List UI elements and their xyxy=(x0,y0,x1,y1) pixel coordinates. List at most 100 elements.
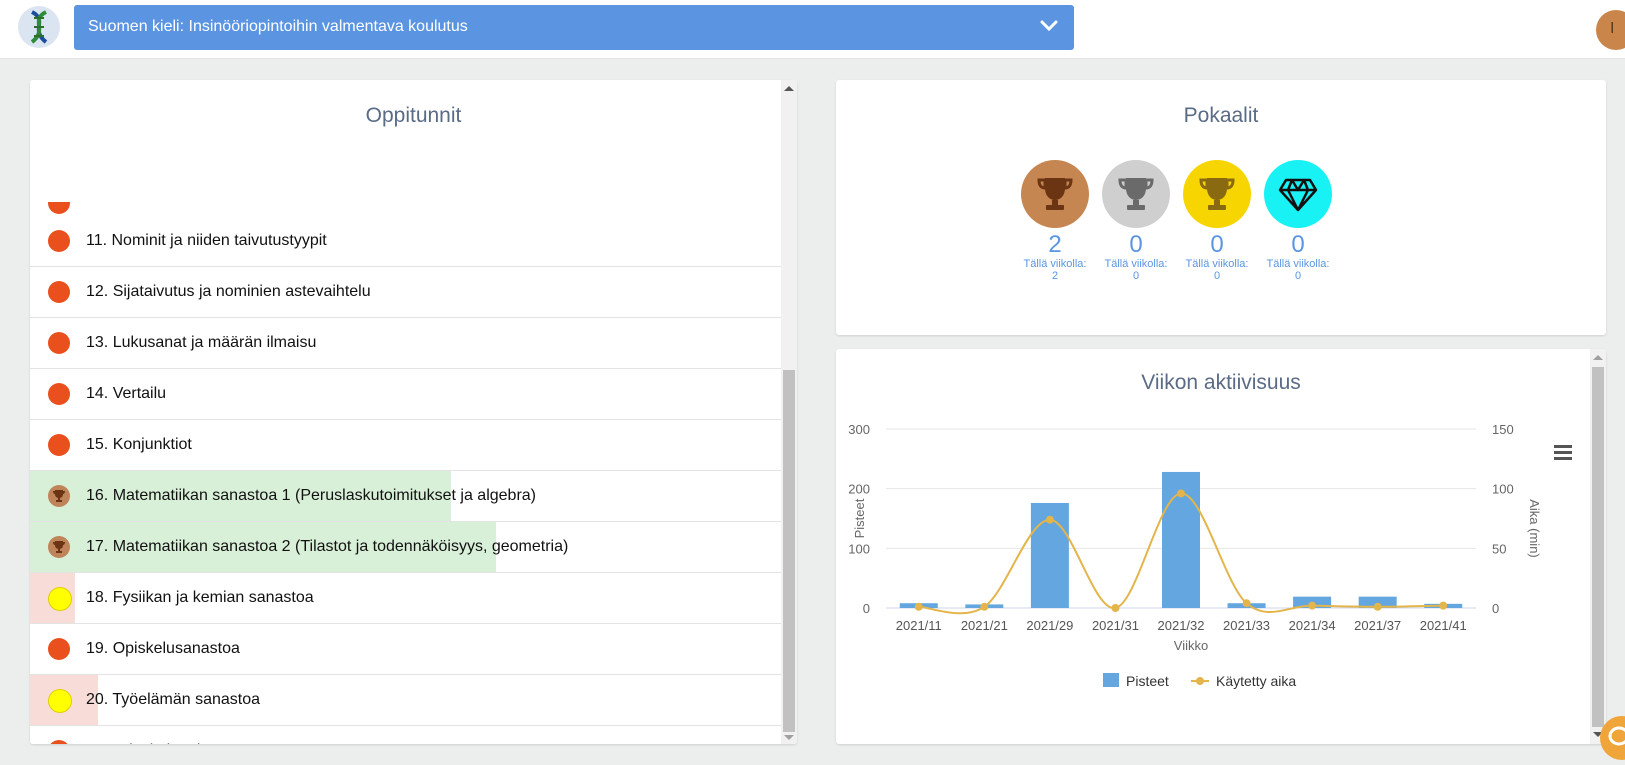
x-tick-label: 2021/33 xyxy=(1223,618,1270,633)
status-dot-red xyxy=(48,202,70,214)
time-point xyxy=(1111,604,1120,612)
lesson-row[interactable]: 16. Matematiikan sanastoa 1 (Peruslaskut… xyxy=(30,471,781,522)
x-tick-label: 2021/34 xyxy=(1289,618,1336,633)
y-tick-label: 300 xyxy=(848,422,870,437)
lesson-row[interactable]: 11. Nominit ja niiden taivutustyypit xyxy=(30,216,781,267)
trophy-count: 2 xyxy=(1048,231,1062,258)
x-tick-label: 2021/32 xyxy=(1158,618,1205,633)
x-tick-label: 2021/37 xyxy=(1354,618,1401,633)
course-select[interactable]: Suomen kieli: Insinööriopintoihin valmen… xyxy=(74,5,1074,50)
status-dot-red xyxy=(48,740,70,744)
y2-tick-label: 0 xyxy=(1492,601,1499,616)
x-tick-label: 2021/11 xyxy=(896,618,942,633)
y-tick-label: 200 xyxy=(848,482,870,497)
trophy-week-count: 0 xyxy=(1294,270,1302,282)
gold-trophy-icon[interactable] xyxy=(1183,160,1251,228)
legend-swatch-point xyxy=(1196,677,1204,685)
scroll-down-arrow-icon[interactable] xyxy=(784,735,794,740)
y-tick-label: 100 xyxy=(848,541,870,556)
trophy-week-count: 0 xyxy=(1213,270,1221,282)
time-point xyxy=(914,602,923,611)
lesson-title: 12. Sijataivutus ja nominien astevaihtel… xyxy=(86,283,371,300)
lesson-row[interactable]: 20. Työelämän sanastoa xyxy=(30,675,781,726)
x-tick-label: 2021/41 xyxy=(1420,618,1467,633)
bronze-trophy-icon xyxy=(48,485,70,507)
lesson-row[interactable]: 21. Tekstitehtäviä xyxy=(30,726,781,744)
user-avatar[interactable]: I xyxy=(1596,10,1625,50)
lesson-title: 11. Nominit ja niiden taivutustyypit xyxy=(86,232,327,249)
lessons-scrollbar[interactable] xyxy=(781,80,797,744)
course-select-label: Suomen kieli: Insinööriopintoihin valmen… xyxy=(88,18,468,35)
lesson-row[interactable]: 14. Vertailu xyxy=(30,369,781,420)
trophy-week-label: Tällä viikolla: xyxy=(1023,258,1087,270)
trophy-week-label: Tällä viikolla: xyxy=(1185,258,1249,270)
lesson-title: 13. Lukusanat ja määrän ilmaisu xyxy=(86,334,317,351)
status-dot-red xyxy=(48,434,70,456)
lesson-title: 14. Vertailu xyxy=(86,385,167,402)
lesson-row[interactable]: 17. Matematiikan sanastoa 2 (Tilastot ja… xyxy=(30,522,781,573)
time-point xyxy=(1177,489,1185,498)
diamond-icon[interactable] xyxy=(1264,160,1332,228)
trophy-item: 0 Tällä viikolla: 0 xyxy=(1175,160,1259,282)
lesson-title: 17. Matematiikan sanastoa 2 (Tilastot ja… xyxy=(86,538,569,555)
time-point xyxy=(1439,601,1448,610)
top-bar: Suomen kieli: Insinööriopintoihin valmen… xyxy=(0,0,1625,59)
scroll-up-arrow-icon[interactable] xyxy=(1593,355,1603,360)
lesson-title: 19. Opiskelusanastoa xyxy=(86,640,240,657)
y-axis-title: Pisteet xyxy=(852,498,867,538)
lesson-row[interactable]: 13. Lukusanat ja määrän ilmaisu xyxy=(30,318,781,369)
bronze-trophy-icon[interactable] xyxy=(1021,160,1089,228)
y2-tick-label: 50 xyxy=(1492,541,1506,556)
lesson-title: 20. Työelämän sanastoa xyxy=(86,691,261,708)
trophy-week-count: 2 xyxy=(1051,270,1059,282)
trophy-week-label: Tällä viikolla: xyxy=(1104,258,1168,270)
status-dot-red xyxy=(48,332,70,354)
activity-card: Viikon aktiivisuus 0 100 200 300 0 50 100 150 20… xyxy=(836,349,1606,744)
time-point xyxy=(1373,602,1382,611)
status-dot-yellow xyxy=(48,587,72,611)
status-dot-red xyxy=(48,281,70,303)
status-dot-red xyxy=(48,383,70,405)
dna-logo-icon[interactable] xyxy=(18,6,60,48)
trophy-item: 2 Tällä viikolla: 2 xyxy=(1013,160,1097,282)
y-tick-label: 0 xyxy=(863,601,870,616)
trophy-count: 0 xyxy=(1291,231,1305,258)
scroll-thumb[interactable] xyxy=(783,370,795,732)
trophy-item: 0 Tällä viikolla: 0 xyxy=(1256,160,1340,282)
silver-trophy-icon[interactable] xyxy=(1102,160,1170,228)
x-tick-label: 2021/29 xyxy=(1026,618,1073,633)
chevron-down-icon xyxy=(1040,19,1058,38)
chat-icon xyxy=(1608,726,1625,746)
trophies-card: Pokaalit 2 Tällä viikolla: 2 0 Tällä viikoll… xyxy=(836,80,1606,335)
status-dot-red xyxy=(48,230,70,252)
scroll-thumb[interactable] xyxy=(1592,367,1604,727)
x-tick-label: 2021/31 xyxy=(1092,618,1139,633)
bronze-trophy-icon xyxy=(48,536,70,558)
lesson-list: 11. Nominit ja niiden taivutustyypit 12. … xyxy=(30,216,781,744)
hamburger-menu-icon[interactable] xyxy=(1554,445,1574,461)
lessons-title: Oppitunnit xyxy=(365,104,462,127)
activity-scrollbar[interactable] xyxy=(1590,349,1606,744)
y2-tick-label: 100 xyxy=(1492,482,1514,497)
lesson-row[interactable]: 18. Fysiikan ja kemian sanastoa xyxy=(30,573,781,624)
lessons-card: Oppitunnit 11. Nominit ja niiden taivutu… xyxy=(30,80,797,744)
legend-label: Käytetty aika xyxy=(1216,673,1296,689)
time-point xyxy=(1308,601,1317,610)
legend-swatch-bar xyxy=(1103,673,1119,687)
x-tick-label: 2021/21 xyxy=(961,618,1008,633)
activity-chart: 0 100 200 300 0 50 100 150 2021/11 2021/21 2021/29… xyxy=(848,422,1542,689)
status-dot-red xyxy=(48,638,70,660)
chat-button[interactable] xyxy=(1600,716,1625,760)
trophy-week-count: 0 xyxy=(1132,270,1140,282)
lesson-row-partial[interactable] xyxy=(30,202,781,217)
trophies-title: Pokaalit xyxy=(1183,104,1259,127)
lesson-row[interactable]: 19. Opiskelusanastoa xyxy=(30,624,781,675)
lesson-title: 21. Tekstitehtäviä xyxy=(86,742,209,744)
status-dot-yellow xyxy=(48,689,72,713)
time-point xyxy=(980,602,989,611)
scroll-up-arrow-icon[interactable] xyxy=(784,86,794,91)
lesson-row[interactable]: 12. Sijataivutus ja nominien astevaihtel… xyxy=(30,267,781,318)
legend-label: Pisteet xyxy=(1126,673,1169,689)
x-axis-title: Viikko xyxy=(1174,638,1208,653)
lesson-row[interactable]: 15. Konjunktiot xyxy=(30,420,781,471)
